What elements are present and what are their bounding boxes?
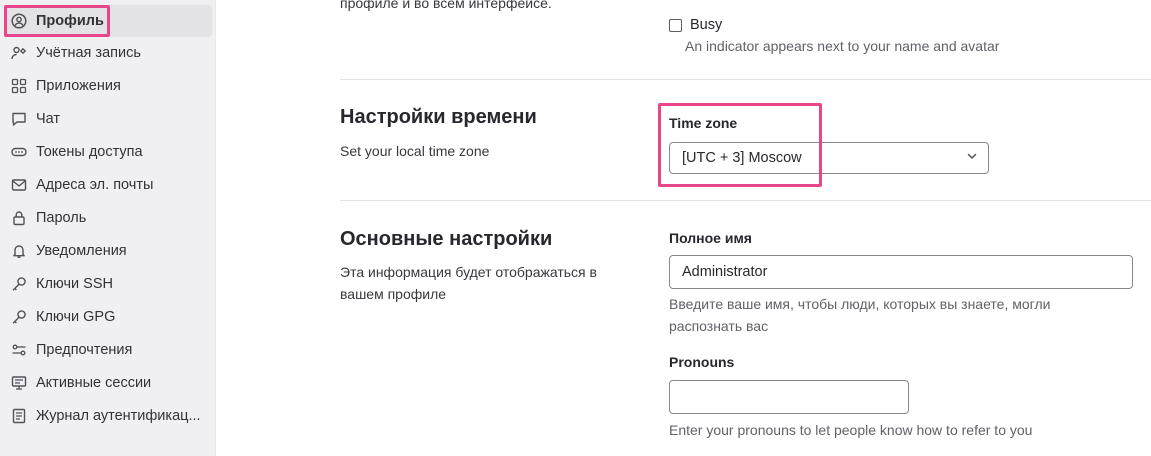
key-icon <box>11 309 27 325</box>
sidebar-item-label: Профиль <box>36 13 104 29</box>
fullname-value: Administrator <box>682 264 768 280</box>
busy-checkbox[interactable] <box>669 18 682 32</box>
main-settings-description-line2: вашем профиле <box>340 286 447 302</box>
sidebar-item-active-sessions[interactable]: Активные сессии <box>4 367 212 399</box>
sidebar-item-label: Уведомления <box>36 243 127 259</box>
sidebar-item-label: Предпочтения <box>36 342 133 358</box>
mail-icon <box>11 177 27 193</box>
sidebar-item-label: Учётная запись <box>36 45 141 61</box>
sidebar-item-ssh-keys[interactable]: Ключи SSH <box>4 268 212 300</box>
user-settings-icon <box>11 45 27 61</box>
sidebar-item-notifications[interactable]: Уведомления <box>4 235 212 267</box>
busy-checkbox-row[interactable]: Busy <box>669 17 722 33</box>
fullname-input[interactable]: Administrator <box>669 255 1133 289</box>
settings-sidebar: Профиль Учётная запись Приложения Чат То… <box>0 0 216 456</box>
sidebar-item-applications[interactable]: Приложения <box>4 70 212 102</box>
sidebar-item-label: Ключи GPG <box>36 309 116 325</box>
fullname-label: Полное имя <box>669 230 752 246</box>
sidebar-item-label: Токены доступа <box>36 144 143 160</box>
pronouns-help-text: Enter your pronouns to let people know h… <box>669 422 1033 438</box>
user-circle-icon <box>11 13 27 29</box>
sidebar-item-label: Пароль <box>36 210 87 226</box>
sidebar-item-chat[interactable]: Чат <box>4 103 212 135</box>
time-settings-description: Set your local time zone <box>340 143 490 159</box>
time-settings-title: Настройки времени <box>340 106 537 128</box>
status-description-partial: профиле и во всем интерфейсе. <box>340 0 552 11</box>
sidebar-item-emails[interactable]: Адреса эл. почты <box>4 169 212 201</box>
applications-icon <box>11 78 27 94</box>
main-settings-description-line1: Эта информация будет отображаться в <box>340 264 597 280</box>
bell-icon <box>11 243 27 259</box>
monitor-icon <box>11 375 27 391</box>
sidebar-item-label: Адреса эл. почты <box>36 177 154 193</box>
pronouns-input[interactable] <box>669 380 909 414</box>
sidebar-item-gpg-keys[interactable]: Ключи GPG <box>4 301 212 333</box>
sidebar-item-auth-log[interactable]: Журнал аутентификац... <box>4 400 212 432</box>
sidebar-item-label: Чат <box>36 111 61 127</box>
sidebar-item-label: Журнал аутентификац... <box>36 408 201 424</box>
sidebar-item-preferences[interactable]: Предпочтения <box>4 334 212 366</box>
profile-settings-content: профиле и во всем интерфейсе. Busy An in… <box>216 0 1151 456</box>
section-divider <box>340 200 1151 201</box>
main-settings-title: Основные настройки <box>340 228 553 250</box>
busy-help-text: An indicator appears next to your name a… <box>685 38 1000 54</box>
timezone-select[interactable]: [UTC + 3] Moscow <box>669 142 989 174</box>
sidebar-item-profile[interactable]: Профиль <box>4 5 212 37</box>
chevron-down-icon <box>966 150 978 166</box>
sidebar-item-label: Активные сессии <box>36 375 152 391</box>
chat-icon <box>11 111 27 127</box>
log-icon <box>11 408 27 424</box>
busy-label: Busy <box>690 17 723 33</box>
sidebar-item-label: Ключи SSH <box>36 276 113 292</box>
lock-icon <box>11 210 27 226</box>
section-divider <box>340 79 1151 80</box>
fullname-help-line2: распознать вас <box>669 318 769 334</box>
sidebar-item-account[interactable]: Учётная запись <box>4 37 212 69</box>
timezone-selected-value: [UTC + 3] Moscow <box>682 150 802 166</box>
preferences-icon <box>11 342 27 358</box>
pronouns-label: Pronouns <box>669 354 735 370</box>
sidebar-item-label: Приложения <box>36 78 121 94</box>
key-icon <box>11 276 27 292</box>
sidebar-item-password[interactable]: Пароль <box>4 202 212 234</box>
fullname-help-line1: Введите ваше имя, чтобы люди, которых вы… <box>669 296 1051 312</box>
token-icon <box>11 144 27 160</box>
sidebar-item-access-tokens[interactable]: Токены доступа <box>4 136 212 168</box>
timezone-label: Time zone <box>669 115 738 131</box>
